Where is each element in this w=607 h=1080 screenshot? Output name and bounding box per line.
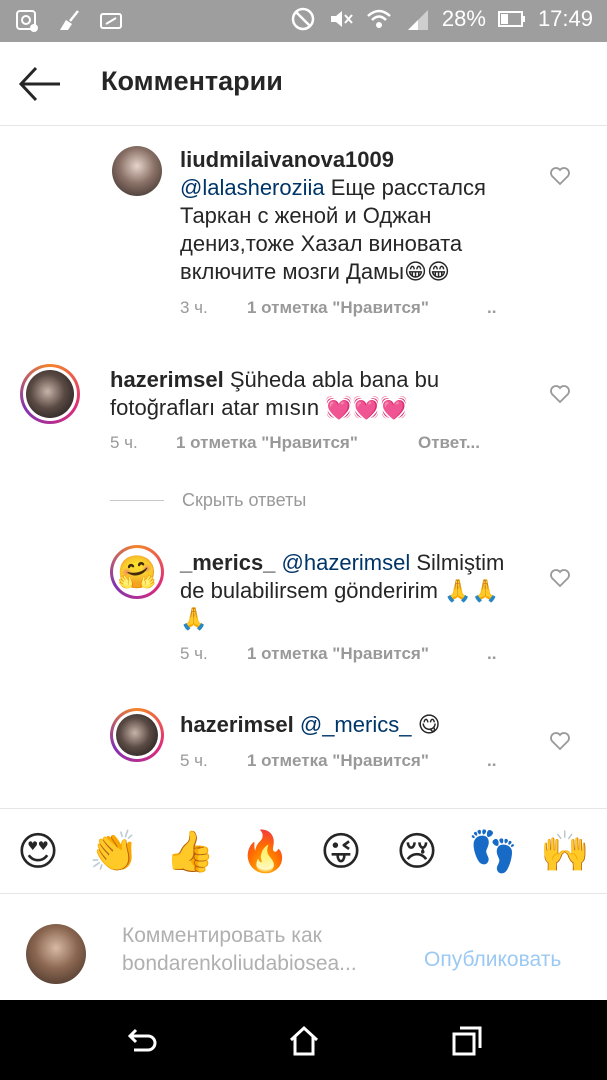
mute-icon [330,11,353,27]
battery-percent: 28% [441,6,486,31]
comment-text: Таркан с женой и Оджан [180,203,432,228]
comment-text: 🙏 [180,606,208,631]
comment-composer: Комментировать как bondarenkoliudabiosea… [0,894,607,1000]
more-button[interactable]: .. [487,751,496,770]
comment-time: 5 ч. [180,644,208,663]
avatar[interactable]: 🤗 [116,551,158,593]
gallery-notification-icon [16,10,38,32]
winking-tongue-emoji-button[interactable]: 😜 [316,827,366,877]
comment-text: включите мозги Дамы😁😁 [180,259,450,284]
comment-time: 5 ч. [110,433,138,452]
comment-mention[interactable]: @lalasheroziia [180,175,325,200]
app-header: Комментарии [0,42,607,126]
page-title: Комментарии [101,66,283,96]
comment-text: Еще расстался [330,175,486,200]
avatar[interactable] [26,370,74,418]
hide-replies-toggle[interactable]: Скрыть ответы [110,490,306,511]
recent-apps-icon[interactable] [450,1024,484,1058]
comment-mention[interactable]: @_merics_ [300,712,412,737]
reply-button[interactable]: Ответ... [418,433,480,452]
comment-username[interactable]: hazerimsel [110,367,224,392]
comment-text: de bulabilirsem gönderirim 🙏🙏 [180,578,499,603]
comment-username[interactable]: liudmilaivanova1009 [180,147,394,172]
comment-username[interactable]: _merics_ [180,550,275,575]
footprints-emoji-button[interactable]: 👣 [468,827,518,877]
comment-text: Şüheda abla bana bu [229,367,440,392]
like-count[interactable]: 1 отметка "Нравится" [247,298,429,317]
heart-icon[interactable] [549,731,571,751]
comment-time: 5 ч. [180,751,208,770]
comment-mention[interactable]: @hazerimsel [282,550,411,575]
clapping-emoji-button[interactable]: 👏 [89,827,139,877]
avatar [26,924,86,984]
comment-text: 😋 [417,712,441,737]
wifi-icon [367,9,391,28]
comment-input[interactable]: Комментировать как bondarenkoliudabiosea… [122,922,357,978]
cleaner-notification-icon [60,10,79,30]
comment-input-placeholder: Комментировать как [122,924,322,947]
like-count[interactable]: 1 отметка "Нравится" [176,433,358,452]
comment-text: Silmiştim [416,550,505,575]
heart-icon[interactable] [549,166,571,186]
comment-time: 3 ч. [180,298,208,317]
fire-emoji-button[interactable]: 🔥 [240,827,290,877]
back-arrow-icon[interactable] [18,64,62,104]
message-notification-icon [100,13,122,29]
thumbs-up-emoji-button[interactable]: 👍 [165,827,215,877]
do-not-disturb-icon [291,7,315,31]
hide-replies-label[interactable]: Скрыть ответы [182,490,306,511]
signal-icon [407,10,428,30]
post-button[interactable]: Опубликовать [424,948,561,972]
system-nav-bar [0,1000,607,1080]
heart-icon[interactable] [549,568,571,588]
back-icon[interactable] [124,1024,158,1058]
more-button[interactable]: .. [487,644,496,663]
raised-hands-emoji-button[interactable]: 🙌 [540,827,590,877]
quick-emoji-bar: 😍 👏 👍 🔥 😜 😢 👣 🙌 [0,808,607,894]
comment-text: дениз,тоже Хазал виновата [180,231,463,256]
comment-input-placeholder: bondarenkoliudabiosea... [122,952,357,975]
divider [110,500,164,501]
crying-emoji-button[interactable]: 😢 [392,827,442,877]
heart-icon[interactable] [549,384,571,404]
like-count[interactable]: 1 отметка "Нравится" [247,751,429,770]
comment-text: fotoğrafları atar mısın 💓💓💓 [110,395,408,420]
battery-icon [497,11,525,27]
avatar[interactable] [116,714,158,756]
comment-username[interactable]: hazerimsel [180,712,294,737]
avatar[interactable] [112,146,162,196]
like-count[interactable]: 1 отметка "Нравится" [247,644,429,663]
clock: 17:49 [537,6,593,31]
home-icon[interactable] [287,1024,321,1058]
status-bar: 28% 17:49 [0,0,607,42]
more-button[interactable]: .. [487,298,496,317]
heart-eyes-emoji-button[interactable]: 😍 [13,827,63,877]
